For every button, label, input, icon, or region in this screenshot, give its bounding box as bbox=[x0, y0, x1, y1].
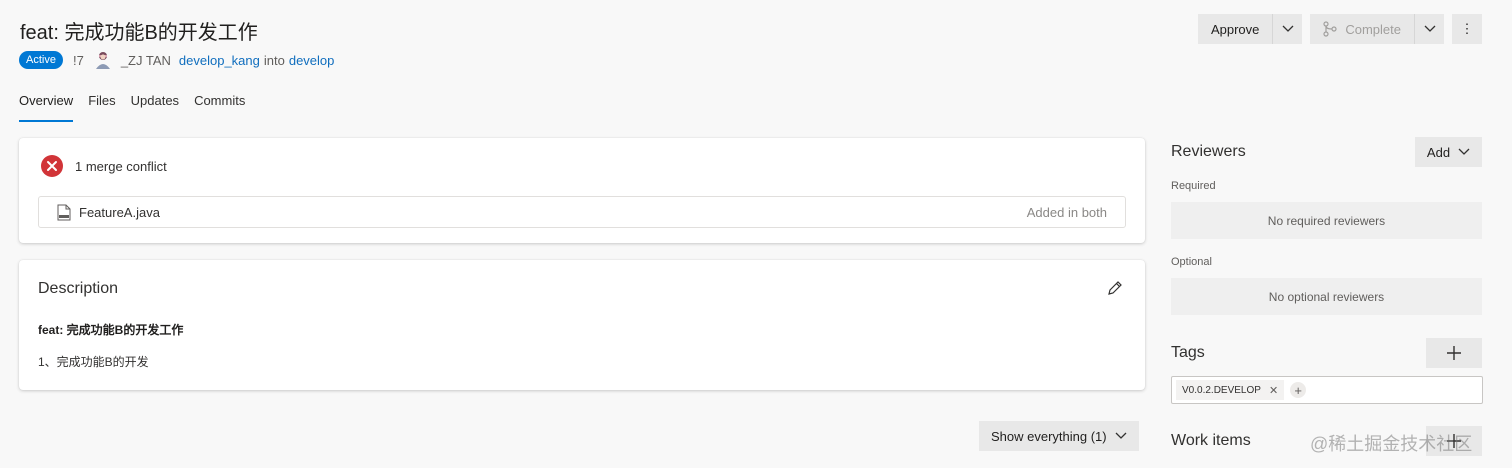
author-name[interactable]: _ZJ TAN bbox=[121, 53, 171, 68]
conflict-summary: 1 merge conflict bbox=[41, 155, 167, 177]
status-badge: Active bbox=[19, 51, 63, 69]
approve-options-button[interactable] bbox=[1272, 14, 1303, 44]
required-label: Required bbox=[1171, 180, 1216, 192]
work-items-title: Work items bbox=[1171, 432, 1251, 449]
tag-chip: V0.0.2.DEVELOP ✕ bbox=[1176, 380, 1285, 400]
conflict-summary-text: 1 merge conflict bbox=[75, 158, 167, 174]
top-actions: Approve Complete ⋮ bbox=[1197, 14, 1482, 44]
branch-merge-icon bbox=[1323, 21, 1337, 37]
complete-label: Complete bbox=[1345, 21, 1401, 37]
more-icon[interactable]: ⋮ bbox=[1452, 14, 1482, 44]
tab-commits[interactable]: Commits bbox=[194, 93, 245, 122]
target-branch-link[interactable]: develop bbox=[289, 53, 335, 68]
no-required-reviewers: No required reviewers bbox=[1171, 202, 1482, 239]
file-left: FeatureA.java bbox=[57, 204, 160, 221]
description-card: Description feat: 完成功能B的开发工作 1、完成功能B的开发 bbox=[19, 260, 1145, 390]
optional-label: Optional bbox=[1171, 256, 1212, 268]
into-text: into bbox=[263, 52, 285, 68]
merge-conflict-card: 1 merge conflict FeatureA.java Added in … bbox=[19, 138, 1145, 243]
avatar-icon[interactable] bbox=[93, 50, 113, 70]
file-conflict-status: Added in both bbox=[1026, 204, 1107, 220]
page-title: feat: 完成功能B的开发工作 bbox=[20, 22, 258, 44]
complete-group: Complete bbox=[1310, 14, 1444, 44]
plus-icon[interactable]: + bbox=[1290, 382, 1307, 398]
description-title: Description bbox=[38, 280, 119, 297]
description-heading: feat: 完成功能B的开发工作 bbox=[38, 323, 184, 337]
add-label: Add bbox=[1426, 144, 1451, 160]
show-everything-label: Show everything (1) bbox=[991, 428, 1107, 444]
tab-files[interactable]: Files bbox=[88, 93, 115, 122]
pencil-icon[interactable] bbox=[1107, 280, 1123, 296]
error-icon bbox=[41, 155, 63, 177]
source-branch-link[interactable]: develop_kang bbox=[179, 53, 260, 68]
chevron-down-icon bbox=[1424, 25, 1435, 32]
approve-button[interactable]: Approve bbox=[1197, 14, 1273, 44]
approve-group: Approve bbox=[1197, 14, 1303, 44]
tab-overview[interactable]: Overview bbox=[19, 93, 74, 122]
java-file-icon bbox=[57, 204, 71, 220]
tab-updates[interactable]: Updates bbox=[131, 93, 179, 122]
pr-id: !7 bbox=[72, 52, 84, 68]
complete-button[interactable]: Complete bbox=[1310, 14, 1414, 44]
conflict-file-row[interactable]: FeatureA.java Added in both bbox=[38, 196, 1126, 228]
show-everything-button[interactable]: Show everything (1) bbox=[979, 421, 1139, 451]
chevron-down-icon bbox=[1115, 432, 1127, 439]
add-tag-button[interactable] bbox=[1426, 338, 1482, 368]
complete-options-button[interactable] bbox=[1414, 14, 1444, 44]
pr-meta: Active !7 _ZJ TAN develop_kang into deve… bbox=[19, 50, 334, 70]
chevron-down-icon bbox=[1458, 148, 1470, 155]
close-icon[interactable]: ✕ bbox=[1269, 384, 1278, 397]
tab-bar: Overview Files Updates Commits bbox=[19, 93, 245, 122]
no-optional-reviewers: No optional reviewers bbox=[1171, 278, 1482, 315]
file-name[interactable]: FeatureA.java bbox=[79, 205, 160, 220]
reviewers-title: Reviewers bbox=[1171, 143, 1246, 160]
description-line: 1、完成功能B的开发 bbox=[38, 355, 149, 369]
watermark: @稀土掘金技术社区 bbox=[1310, 434, 1473, 454]
plus-icon bbox=[1447, 346, 1461, 360]
chevron-down-icon bbox=[1282, 25, 1294, 32]
tags-input[interactable]: V0.0.2.DEVELOP ✕ + bbox=[1171, 376, 1483, 404]
tag-label: V0.0.2.DEVELOP bbox=[1182, 384, 1261, 396]
tags-title: Tags bbox=[1171, 344, 1205, 361]
add-reviewer-button[interactable]: Add bbox=[1415, 137, 1482, 167]
